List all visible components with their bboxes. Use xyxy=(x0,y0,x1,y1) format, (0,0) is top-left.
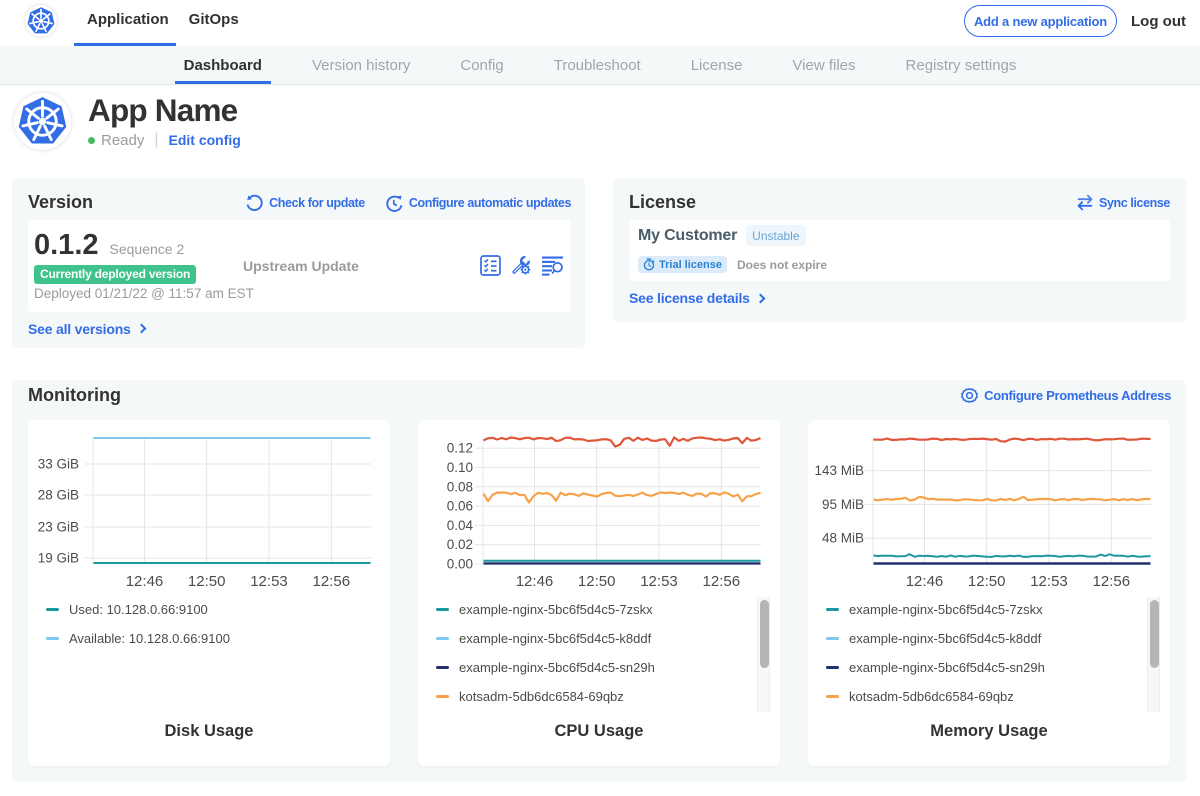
svg-text:12:50: 12:50 xyxy=(188,573,226,590)
svg-text:143 MiB: 143 MiB xyxy=(814,463,864,478)
svg-text:33 GiB: 33 GiB xyxy=(38,457,79,472)
svg-text:0.10: 0.10 xyxy=(447,460,473,475)
svg-text:95 MiB: 95 MiB xyxy=(822,497,864,512)
svg-text:12:50: 12:50 xyxy=(968,573,1006,590)
svg-text:23 GiB: 23 GiB xyxy=(38,520,79,535)
svg-text:12:53: 12:53 xyxy=(250,573,288,590)
svg-text:0.12: 0.12 xyxy=(447,441,473,456)
svg-text:12:46: 12:46 xyxy=(126,573,164,590)
svg-text:12:46: 12:46 xyxy=(516,573,554,590)
svg-text:12:56: 12:56 xyxy=(1093,573,1131,590)
svg-text:12:50: 12:50 xyxy=(578,573,616,590)
svg-text:0.02: 0.02 xyxy=(447,537,473,552)
svg-text:12:53: 12:53 xyxy=(640,573,678,590)
svg-text:12:56: 12:56 xyxy=(313,573,351,590)
svg-text:12:56: 12:56 xyxy=(703,573,741,590)
svg-text:12:46: 12:46 xyxy=(906,573,944,590)
svg-text:19 GiB: 19 GiB xyxy=(38,551,79,566)
svg-text:0.08: 0.08 xyxy=(447,479,473,494)
svg-text:28 GiB: 28 GiB xyxy=(38,488,79,503)
svg-text:0.00: 0.00 xyxy=(447,557,473,572)
svg-text:0.04: 0.04 xyxy=(447,518,474,533)
svg-text:0.06: 0.06 xyxy=(447,499,473,514)
svg-text:12:53: 12:53 xyxy=(1030,573,1068,590)
svg-text:48 MiB: 48 MiB xyxy=(822,531,864,546)
